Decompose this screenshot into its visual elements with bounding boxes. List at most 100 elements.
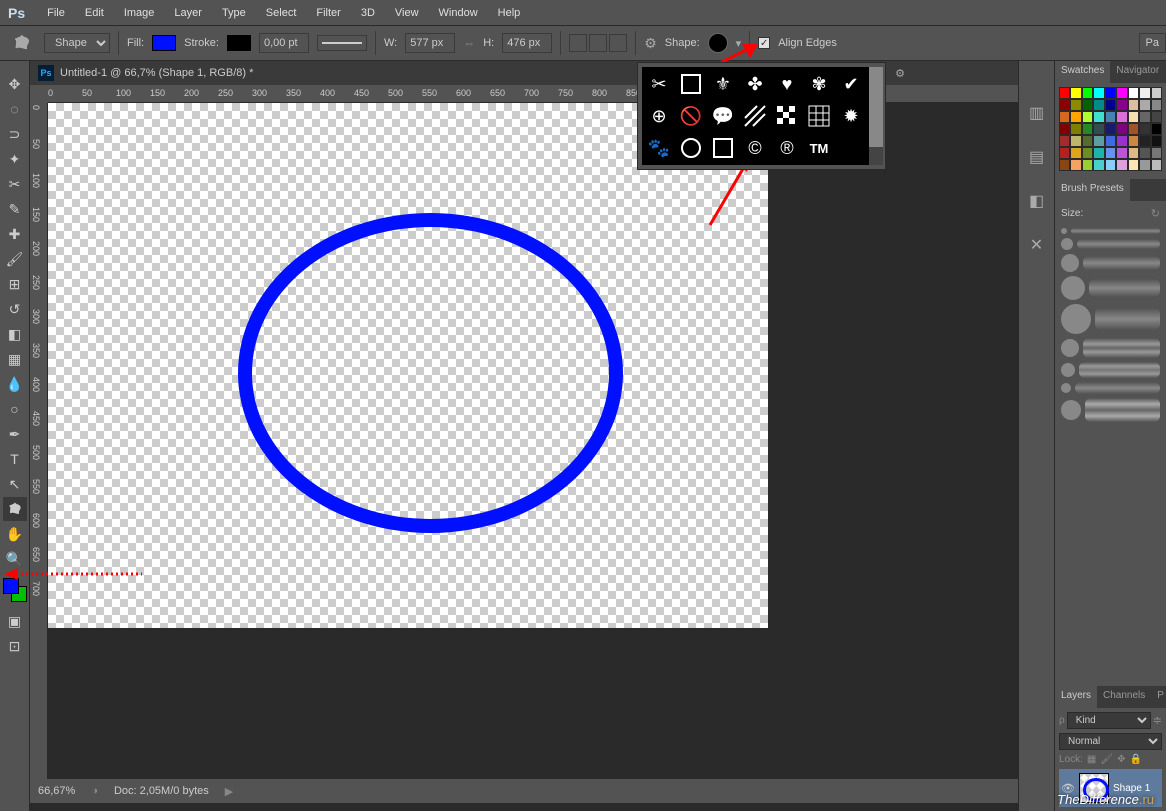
shape-blob[interactable]: ✾ <box>804 69 834 99</box>
swatch[interactable] <box>1116 87 1127 99</box>
fill-color-swatch[interactable] <box>152 35 176 51</box>
swatch[interactable] <box>1128 87 1139 99</box>
swatch[interactable] <box>1139 159 1150 171</box>
swatches-panel[interactable] <box>1055 83 1166 175</box>
tab-layers[interactable]: Layers <box>1055 686 1097 708</box>
swatch[interactable] <box>1070 111 1081 123</box>
swatch[interactable] <box>1059 159 1070 171</box>
popup-scrollbar[interactable] <box>869 67 883 165</box>
menu-edit[interactable]: Edit <box>75 3 114 23</box>
lock-pixels-icon[interactable]: 🖌 <box>1100 754 1113 765</box>
lock-position-icon[interactable]: ✥ <box>1117 754 1125 765</box>
menu-layer[interactable]: Layer <box>164 3 212 23</box>
status-icon[interactable]: ◑ <box>91 785 98 797</box>
dodge-tool[interactable]: ○ <box>3 397 27 421</box>
lasso-tool[interactable]: ⊃ <box>3 122 27 146</box>
layer-filter-select[interactable]: Kind <box>1067 712 1151 729</box>
swatch[interactable] <box>1151 87 1162 99</box>
swatch[interactable] <box>1151 159 1162 171</box>
gear-icon[interactable]: ⚙ <box>644 35 657 52</box>
swatch[interactable] <box>1070 99 1081 111</box>
canvas[interactable] <box>48 103 768 628</box>
swatch[interactable] <box>1128 123 1139 135</box>
shape-preview-swatch[interactable] <box>708 33 728 53</box>
shape-speech[interactable]: 💬 <box>708 101 738 131</box>
properties-panel-icon[interactable]: ◧ <box>1025 189 1049 213</box>
move-tool[interactable]: ✥ <box>3 72 27 96</box>
shape-stripes[interactable] <box>740 101 770 131</box>
swatch[interactable] <box>1128 99 1139 111</box>
text-tool[interactable]: T <box>3 447 27 471</box>
swatch[interactable] <box>1116 99 1127 111</box>
swatch[interactable] <box>1082 147 1093 159</box>
swatch[interactable] <box>1139 123 1150 135</box>
menu-file[interactable]: File <box>37 3 75 23</box>
shape-scissors[interactable]: ✂ <box>644 69 674 99</box>
brush-presets-panel[interactable]: Size: ↻ <box>1055 201 1166 686</box>
history-panel-icon[interactable]: ▥ <box>1025 101 1049 125</box>
swatch[interactable] <box>1093 135 1104 147</box>
swatch[interactable] <box>1059 135 1070 147</box>
menu-3d[interactable]: 3D <box>351 3 385 23</box>
tab-swatches[interactable]: Swatches <box>1055 61 1110 83</box>
tab-brush-presets[interactable]: Brush Presets <box>1055 179 1130 201</box>
swatch[interactable] <box>1128 111 1139 123</box>
swatch[interactable] <box>1105 111 1116 123</box>
zoom-level[interactable]: 66,67% <box>38 785 75 797</box>
swatch[interactable] <box>1139 87 1150 99</box>
menu-view[interactable]: View <box>385 3 429 23</box>
history-brush-tool[interactable]: ↺ <box>3 297 27 321</box>
swatch[interactable] <box>1070 123 1081 135</box>
align-edges-checkbox[interactable] <box>758 37 770 49</box>
shape-fleur[interactable]: ⚜ <box>708 69 738 99</box>
brush-tool[interactable]: 🖌 <box>3 247 27 271</box>
swatch[interactable] <box>1151 111 1162 123</box>
stroke-width-input[interactable] <box>259 33 309 53</box>
shape-heart[interactable]: ♥ <box>772 69 802 99</box>
shape-copyright[interactable]: © <box>740 133 770 163</box>
canvas-viewport[interactable] <box>48 103 1018 779</box>
shape-target[interactable]: ⊕ <box>644 101 674 131</box>
swatch[interactable] <box>1093 111 1104 123</box>
swatch[interactable] <box>1105 123 1116 135</box>
menu-help[interactable]: Help <box>488 3 531 23</box>
menu-filter[interactable]: Filter <box>306 3 350 23</box>
lock-all-icon[interactable]: 🔒 <box>1129 754 1141 765</box>
swatch[interactable] <box>1059 87 1070 99</box>
swatch[interactable] <box>1093 159 1104 171</box>
swatch[interactable] <box>1093 99 1104 111</box>
swatch[interactable] <box>1139 111 1150 123</box>
swatch[interactable] <box>1082 111 1093 123</box>
swatch[interactable] <box>1116 111 1127 123</box>
lock-transparency-icon[interactable]: ▦ <box>1087 754 1096 765</box>
gradient-tool[interactable]: ▦ <box>3 347 27 371</box>
shape-trademark[interactable]: TM <box>804 133 834 163</box>
menu-window[interactable]: Window <box>429 3 488 23</box>
shape-circle-outline[interactable] <box>676 133 706 163</box>
shape-grid[interactable] <box>804 101 834 131</box>
magic-wand-tool[interactable]: ✦ <box>3 147 27 171</box>
tab-channels[interactable]: Channels <box>1097 686 1151 708</box>
path-selection-tool[interactable]: ↖ <box>3 472 27 496</box>
link-icon[interactable]: ⇔ <box>463 36 475 50</box>
shape-square-outline[interactable] <box>676 69 706 99</box>
pen-tool[interactable]: ✒ <box>3 422 27 446</box>
swatch[interactable] <box>1082 159 1093 171</box>
hand-tool[interactable]: ✋ <box>3 522 27 546</box>
swatch[interactable] <box>1151 135 1162 147</box>
swatch[interactable] <box>1070 87 1081 99</box>
shape-paw[interactable]: 🐾 <box>644 133 674 163</box>
menu-image[interactable]: Image <box>114 3 165 23</box>
shape-check[interactable]: ✔ <box>836 69 866 99</box>
swatch[interactable] <box>1082 87 1093 99</box>
swatch[interactable] <box>1059 123 1070 135</box>
menu-type[interactable]: Type <box>212 3 256 23</box>
swatch[interactable] <box>1105 99 1116 111</box>
marquee-tool[interactable]: ◌ <box>3 97 27 121</box>
swatch[interactable] <box>1070 159 1081 171</box>
swatch[interactable] <box>1082 135 1093 147</box>
path-operations[interactable] <box>569 34 627 52</box>
tool-mode-select[interactable]: Shape <box>44 33 110 53</box>
swatch[interactable] <box>1070 135 1081 147</box>
swatch[interactable] <box>1116 135 1127 147</box>
